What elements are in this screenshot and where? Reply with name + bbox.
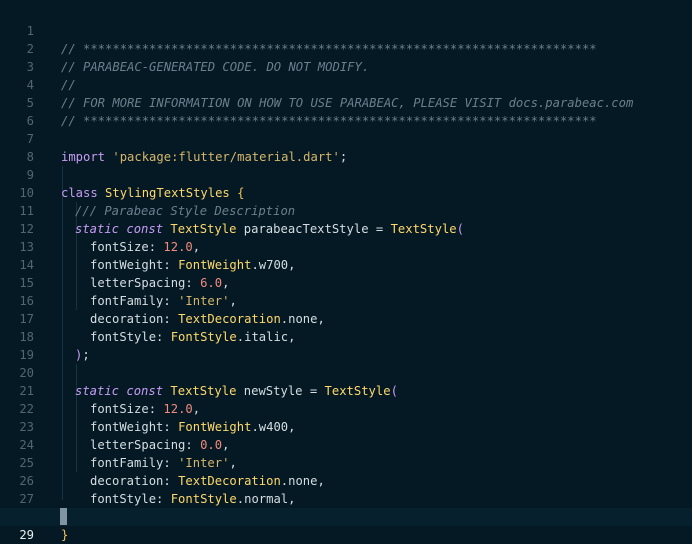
code-line: 25 decoration: TextDecoration.none, <box>0 436 692 488</box>
code-line: 17 fontStyle: FontStyle.italic, <box>0 292 692 344</box>
code-line: 15 fontFamily: 'Inter', <box>0 256 692 308</box>
code-line: 8 <box>0 130 692 164</box>
code-line: 19 <box>0 328 692 362</box>
code-line: 2 // PARABEAC-GENERATED CODE. DO NOT MOD… <box>0 22 692 74</box>
code-line: 3 // <box>0 40 692 92</box>
brace: } <box>61 528 69 542</box>
code-line: 14 letterSpacing: 6.0, <box>0 238 692 290</box>
code-line: 7 import 'package:flutter/material.dart'… <box>0 112 692 164</box>
code-line: 27 ); <box>0 472 692 524</box>
line-number: 29 <box>19 528 34 542</box>
code-line: 11 static const TextStyle parabeacTextSt… <box>0 184 692 236</box>
code-line: 22 fontWeight: FontWeight.w400, <box>0 382 692 434</box>
code-line: 13 fontWeight: FontWeight.w700, <box>0 220 692 272</box>
code-line: 18 ); <box>0 310 692 362</box>
code-line: 6 <box>0 94 692 128</box>
code-editor[interactable]: 1 // ***********************************… <box>0 0 692 544</box>
code-line: 9 class StylingTextStyles { <box>0 148 692 200</box>
code-line: 16 decoration: TextDecoration.none, <box>0 274 692 326</box>
code-line: 21 fontSize: 12.0, <box>0 364 692 416</box>
code-line: 24 fontFamily: 'Inter', <box>0 418 692 470</box>
code-line: 1 // ***********************************… <box>0 4 692 56</box>
code-line: 4 // FOR MORE INFORMATION ON HOW TO USE … <box>0 58 692 110</box>
code-line: 28 } <box>0 490 692 542</box>
code-line: 12 fontSize: 12.0, <box>0 202 692 254</box>
code-line: 23 letterSpacing: 0.0, <box>0 400 692 452</box>
current-line[interactable]: 29 <box>0 508 692 542</box>
text-cursor <box>60 508 67 525</box>
code-line: 26 fontStyle: FontStyle.normal, <box>0 454 692 506</box>
code-line: 10 /// Parabeac Style Description <box>0 166 692 218</box>
code-line: 20 static const TextStyle newStyle = Tex… <box>0 346 692 398</box>
code-line: 5 // ***********************************… <box>0 76 692 128</box>
